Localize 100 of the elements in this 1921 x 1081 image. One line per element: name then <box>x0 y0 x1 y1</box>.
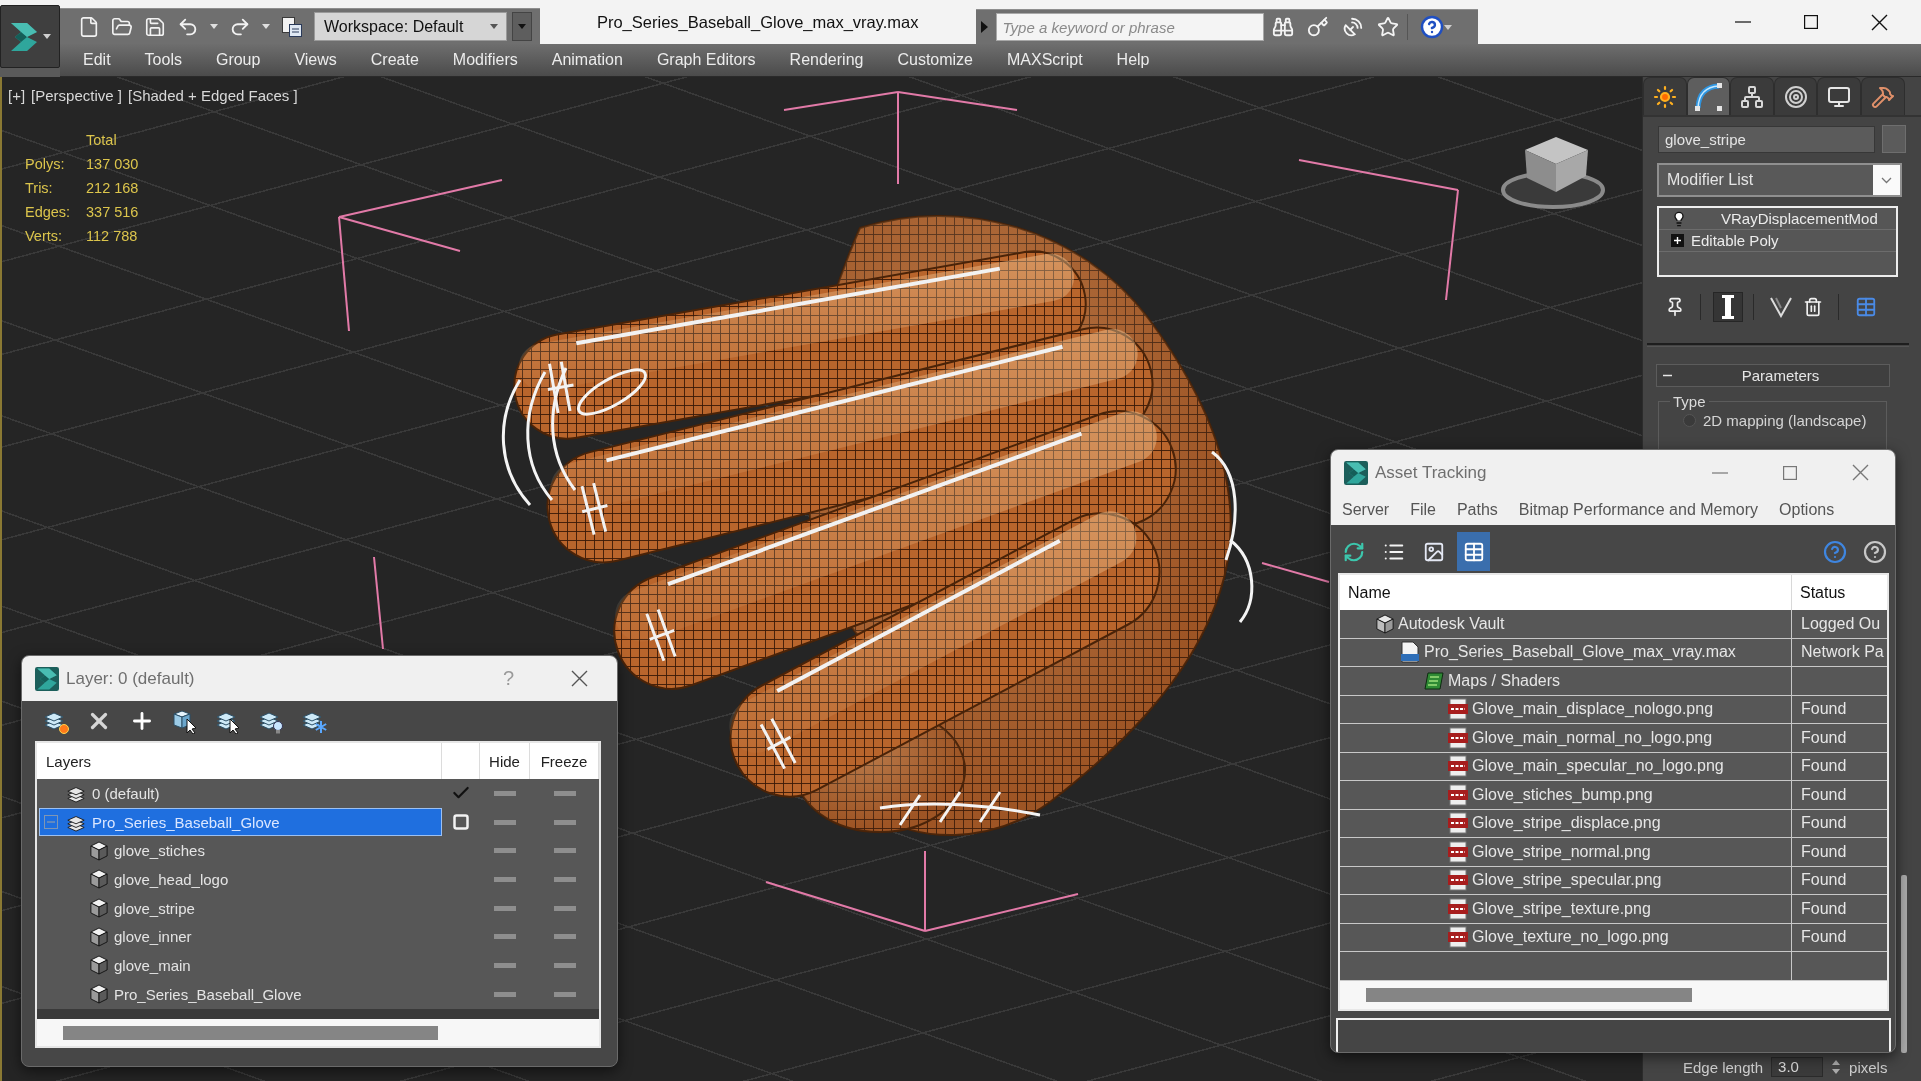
dash-icon[interactable] <box>553 819 576 825</box>
menu-item[interactable]: Options <box>1779 501 1835 519</box>
view-cube-icon[interactable] <box>1501 137 1605 209</box>
menu-item[interactable]: Graph Editors <box>656 51 756 69</box>
dash-icon[interactable] <box>494 819 516 825</box>
command-panel-tab[interactable] <box>1817 77 1861 115</box>
asset-item[interactable]: Glove_main_specular_no_logo.png <box>1340 752 1792 780</box>
layer-item[interactable]: glove_main <box>39 951 442 980</box>
modifier-stack-item[interactable]: VRayDisplacementMod <box>1659 208 1896 230</box>
command-panel-tab[interactable] <box>1730 77 1774 115</box>
menu-item[interactable]: Rendering <box>789 51 864 69</box>
command-panel-tab[interactable] <box>1643 77 1687 115</box>
menu-item[interactable]: MAXScript <box>1007 51 1083 69</box>
viewport-menu-label[interactable]: [Shaded + Edged Faces ] <box>128 86 298 106</box>
modifier-stack-item[interactable]: Editable Poly <box>1659 230 1896 252</box>
spinner-icon[interactable] <box>1831 1059 1842 1075</box>
caret-icon[interactable] <box>1443 24 1452 30</box>
asset-item[interactable]: Autodesk Vault <box>1340 610 1792 638</box>
asset-item[interactable]: Glove_stripe_specular.png <box>1340 866 1792 894</box>
edge-length-field[interactable]: 3.0 <box>1771 1057 1824 1077</box>
app-menu-button[interactable] <box>0 5 60 68</box>
folder-open-icon[interactable] <box>111 15 133 38</box>
caret-icon[interactable] <box>210 24 218 29</box>
viewport-menu-label[interactable]: [Perspective ] <box>31 86 122 106</box>
documents-icon[interactable] <box>281 15 303 38</box>
command-panel-tab[interactable] <box>1686 77 1731 115</box>
dash-icon[interactable] <box>553 934 576 940</box>
color-swatch-icon[interactable] <box>1882 125 1906 153</box>
dash-icon[interactable] <box>553 876 576 882</box>
key-icon[interactable] <box>1306 16 1329 38</box>
menu-item[interactable]: Bitmap Performance and Memory <box>1518 501 1759 519</box>
new-file-icon[interactable] <box>78 15 100 38</box>
layer-item[interactable]: glove_stiches <box>39 836 442 866</box>
viewport-menu-label[interactable]: [+] <box>8 86 26 106</box>
layer-item[interactable]: 0 (default) <box>39 779 442 808</box>
dash-icon[interactable] <box>494 790 516 796</box>
radio-option[interactable]: 2D mapping (landscape) <box>1683 412 1886 429</box>
search-field[interactable]: Type a keyword or phrase <box>995 13 1264 41</box>
dash-icon[interactable] <box>553 848 576 854</box>
overflow-menu-button[interactable] <box>512 12 532 41</box>
dash-icon[interactable] <box>553 962 576 968</box>
menu-item[interactable]: Group <box>215 51 261 69</box>
dash-icon[interactable] <box>494 934 516 940</box>
checkbox-icon[interactable] <box>453 814 469 831</box>
menu-item[interactable]: Paths <box>1456 501 1498 519</box>
workspace-dropdown[interactable]: Workspace: Default <box>314 12 507 41</box>
layer-item[interactable]: Pro_Series_Baseball_Glove <box>39 979 442 1009</box>
dash-icon[interactable] <box>553 991 576 997</box>
layer-item[interactable]: glove_stripe <box>39 893 442 923</box>
menu-item[interactable]: Help <box>1116 51 1150 69</box>
modifier-list-dropdown[interactable]: Modifier List <box>1657 163 1902 197</box>
dash-icon[interactable] <box>494 876 516 882</box>
layer-item[interactable]: Pro_Series_Baseball_Glove <box>39 807 442 837</box>
stack-tool-button[interactable] <box>1713 292 1743 322</box>
command-panel-tab[interactable] <box>1860 77 1905 115</box>
layer-item[interactable]: glove_head_logo <box>39 865 442 894</box>
asset-item[interactable]: Glove_stripe_displace.png <box>1340 809 1792 837</box>
satellite-dish-icon[interactable] <box>1341 16 1364 38</box>
menu-item[interactable]: Views <box>294 51 337 69</box>
asset-item[interactable]: Glove_main_normal_no_logo.png <box>1340 724 1792 752</box>
binoculars-icon[interactable] <box>1271 16 1294 38</box>
column-header[interactable]: Status <box>1792 575 1887 610</box>
asset-item[interactable]: Glove_stripe_texture.png <box>1340 895 1792 923</box>
scrollbar-thumb[interactable] <box>63 1025 438 1040</box>
asset-item[interactable]: Glove_stiches_bump.png <box>1340 781 1792 809</box>
asset-item[interactable]: Pro_Series_Baseball_Glove_max_vray.max <box>1340 638 1792 666</box>
menu-item[interactable]: Modifiers <box>452 51 518 69</box>
save-icon[interactable] <box>144 15 166 38</box>
view-button[interactable] <box>1457 532 1490 571</box>
path-field[interactable] <box>1336 1017 1891 1052</box>
close-icon[interactable] <box>571 670 588 687</box>
dash-icon[interactable] <box>553 790 576 796</box>
asset-item[interactable]: Glove_main_displace_nologo.png <box>1340 695 1792 723</box>
rollout-header[interactable]: Parameters <box>1656 364 1890 387</box>
menu-item[interactable]: Customize <box>897 51 973 69</box>
help-icon[interactable] <box>1419 15 1444 39</box>
dash-icon[interactable] <box>553 905 576 911</box>
star-icon[interactable] <box>1376 16 1399 38</box>
asset-item[interactable]: Glove_texture_no_logo.png <box>1340 923 1792 951</box>
asset-item[interactable]: Glove_stripe_normal.png <box>1340 838 1792 866</box>
caret-icon[interactable] <box>262 24 270 29</box>
dash-icon[interactable] <box>494 905 516 911</box>
triangle-icon[interactable] <box>980 21 988 33</box>
menu-item[interactable]: Create <box>370 51 419 69</box>
scrollbar-thumb[interactable] <box>1366 987 1692 1002</box>
stat-value: 137 030 <box>86 155 139 174</box>
menu-item[interactable]: File <box>1410 501 1436 519</box>
dash-icon[interactable] <box>494 848 516 854</box>
menu-item[interactable]: Animation <box>551 51 623 69</box>
cube-cursor-icon[interactable] <box>172 708 198 734</box>
menu-item[interactable]: Tools <box>144 51 182 69</box>
dash-icon[interactable] <box>494 991 516 997</box>
dash-icon[interactable] <box>494 962 516 968</box>
menu-item[interactable]: Edit <box>83 51 111 69</box>
scrollbar-thumb[interactable] <box>1901 875 1907 1053</box>
layer-item[interactable]: glove_inner <box>39 922 442 952</box>
asset-item[interactable]: Maps / Shaders <box>1340 667 1792 695</box>
menu-item[interactable]: Server <box>1342 501 1390 519</box>
command-panel-tab[interactable] <box>1773 77 1818 115</box>
object-name-field[interactable]: glove_stripe <box>1658 125 1875 153</box>
